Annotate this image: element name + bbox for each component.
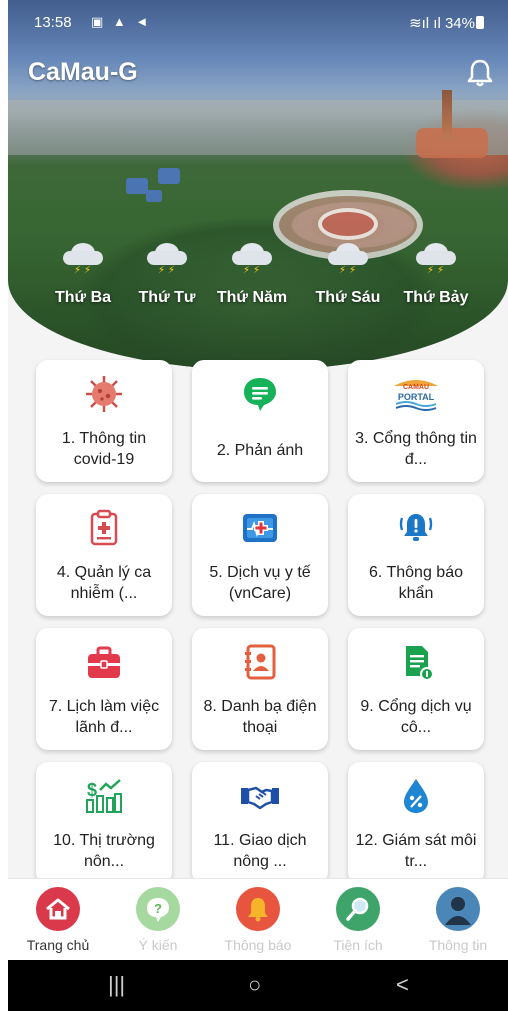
svg-text:$: $ xyxy=(87,780,97,800)
medical-clipboard-icon xyxy=(84,508,124,548)
tile-label: 2. Phản ánh xyxy=(216,442,304,459)
tile-label: 5. Dịch vụ y tế (vnCare) xyxy=(209,564,311,602)
status-right: ≋ıl ıl 34% xyxy=(409,14,484,32)
nav-home[interactable]: Trang chủ xyxy=(8,887,108,953)
weather-day: ⚡⚡ Thứ Tư xyxy=(127,243,207,307)
phone-screen: 13:58 ▣ ▲ ◄ ≋ıl ıl 34% CaMau-G ⚡⚡ Thứ Ba… xyxy=(8,0,508,1011)
rain-cloud-icon: ⚡⚡ xyxy=(147,243,187,276)
tile-work-schedule[interactable]: 7. Lịch làm việc lãnh đ... xyxy=(36,628,172,750)
handshake-icon xyxy=(240,776,280,816)
weather-day-label: Thứ Ba xyxy=(54,289,112,306)
weather-day: ⚡⚡ Thứ Sáu xyxy=(308,243,388,307)
system-navigation-bar: ||| ○ < xyxy=(8,960,508,1011)
weather-day-label: Thứ Sáu xyxy=(315,289,381,306)
weather-day: ⚡⚡ Thứ Năm xyxy=(212,243,292,307)
bell-icon xyxy=(236,887,280,931)
weather-forecast: ⚡⚡ Thứ Ba ⚡⚡ Thứ Tư ⚡⚡ Thứ Năm ⚡⚡ Thứ Sá… xyxy=(48,243,488,313)
status-time: 13:58 xyxy=(34,14,72,31)
nav-label: Tiện ích xyxy=(333,937,383,953)
rain-cloud-icon: ⚡⚡ xyxy=(63,243,103,276)
tile-label: 6. Thông báo khẩn xyxy=(368,564,463,602)
nav-label: Thông báo xyxy=(224,937,292,953)
tile-case-management[interactable]: 4. Quản lý ca nhiễm (... xyxy=(36,494,172,616)
svg-text:CAMAU: CAMAU xyxy=(403,384,429,391)
recents-button[interactable]: ||| xyxy=(108,972,125,998)
market-chart-icon: $ xyxy=(84,776,124,816)
rain-cloud-icon: ⚡⚡ xyxy=(232,243,272,276)
app-title: CaMau-G xyxy=(28,58,138,86)
camau-portal-logo: CAMAU PORTAL xyxy=(390,374,442,414)
tile-label: 8. Danh bạ điện thoại xyxy=(203,698,317,736)
rain-cloud-icon: ⚡⚡ xyxy=(416,243,456,276)
nav-label: Ý kiến xyxy=(138,937,178,953)
status-bar: 13:58 ▣ ▲ ◄ ≋ıl ıl 34% xyxy=(8,10,508,36)
tile-label: 10. Thị trường nôn... xyxy=(53,832,155,870)
bell-icon[interactable] xyxy=(466,58,494,88)
contact-book-icon xyxy=(240,642,280,682)
weather-day-label: Thứ Năm xyxy=(216,289,288,306)
tile-label: 11. Giao dịch nông ... xyxy=(213,832,307,870)
question-icon: ? xyxy=(136,887,180,931)
svg-text:?: ? xyxy=(154,901,162,916)
document-icon xyxy=(396,642,436,682)
weather-day: ⚡⚡ Thứ Bảy xyxy=(396,243,476,307)
wifi-signal-icon: ≋ıl ıl xyxy=(409,15,445,32)
briefcase-icon xyxy=(84,642,124,682)
chat-bubble-icon xyxy=(240,374,280,414)
tile-label: 1. Thông tin covid-19 xyxy=(61,430,147,468)
tile-label: 3. Cổng thông tin đ... xyxy=(355,430,477,468)
battery-icon xyxy=(476,16,484,29)
tile-urgent-notice[interactable]: 6. Thông báo khẩn xyxy=(348,494,484,616)
tile-covid-info[interactable]: 1. Thông tin covid-19 xyxy=(36,360,172,482)
tile-label: 4. Quản lý ca nhiễm (... xyxy=(56,564,152,602)
weather-day: ⚡⚡ Thứ Ba xyxy=(43,243,123,307)
search-icon xyxy=(336,887,380,931)
hero-shade xyxy=(8,0,508,370)
tile-label: 12. Giám sát môi tr... xyxy=(355,832,477,870)
tile-environment-monitoring[interactable]: 12. Giám sát môi tr... xyxy=(348,762,484,884)
nav-utilities[interactable]: Tiện ích xyxy=(308,887,408,953)
header-hero-image: 13:58 ▣ ▲ ◄ ≋ıl ıl 34% CaMau-G ⚡⚡ Thứ Ba… xyxy=(8,0,508,370)
tile-feedback[interactable]: 2. Phản ánh xyxy=(192,360,328,482)
battery-percent: 34% xyxy=(444,15,475,32)
nav-label: Thông tin xyxy=(428,937,488,953)
tile-public-service-portal[interactable]: 9. Cổng dịch vụ cô... xyxy=(348,628,484,750)
water-drop-icon xyxy=(396,776,436,816)
alarm-bell-icon xyxy=(396,508,436,548)
status-notification-icons: ▣ ▲ ◄ xyxy=(91,14,152,29)
home-icon xyxy=(36,887,80,931)
nav-profile[interactable]: Thông tin xyxy=(408,887,508,953)
tile-label: 7. Lịch làm việc lãnh đ... xyxy=(48,698,160,736)
svg-text:PORTAL: PORTAL xyxy=(398,392,435,402)
virus-icon xyxy=(84,374,124,414)
tile-phone-directory[interactable]: 8. Danh bạ điện thoại xyxy=(192,628,328,750)
weather-day-label: Thứ Tư xyxy=(138,289,196,306)
tile-agri-market[interactable]: $ 10. Thị trường nôn... xyxy=(36,762,172,884)
weather-day-label: Thứ Bảy xyxy=(403,289,469,306)
user-icon xyxy=(436,887,480,931)
back-button[interactable]: < xyxy=(396,972,409,998)
tile-info-portal[interactable]: CAMAU PORTAL 3. Cổng thông tin đ... xyxy=(348,360,484,482)
home-button[interactable]: ○ xyxy=(248,972,261,998)
tile-health-service[interactable]: 5. Dịch vụ y tế (vnCare) xyxy=(192,494,328,616)
nav-notifications[interactable]: Thông báo xyxy=(208,887,308,953)
nav-label: Trang chủ xyxy=(26,937,90,953)
tile-label: 9. Cổng dịch vụ cô... xyxy=(360,698,472,736)
bottom-navigation: Trang chủ ? Ý kiến Thông báo Tiện ích Th… xyxy=(8,878,508,960)
heart-monitor-icon xyxy=(240,508,280,548)
tile-agri-trade[interactable]: 11. Giao dịch nông ... xyxy=(192,762,328,884)
rain-cloud-icon: ⚡⚡ xyxy=(328,243,368,276)
nav-feedback[interactable]: ? Ý kiến xyxy=(108,887,208,953)
